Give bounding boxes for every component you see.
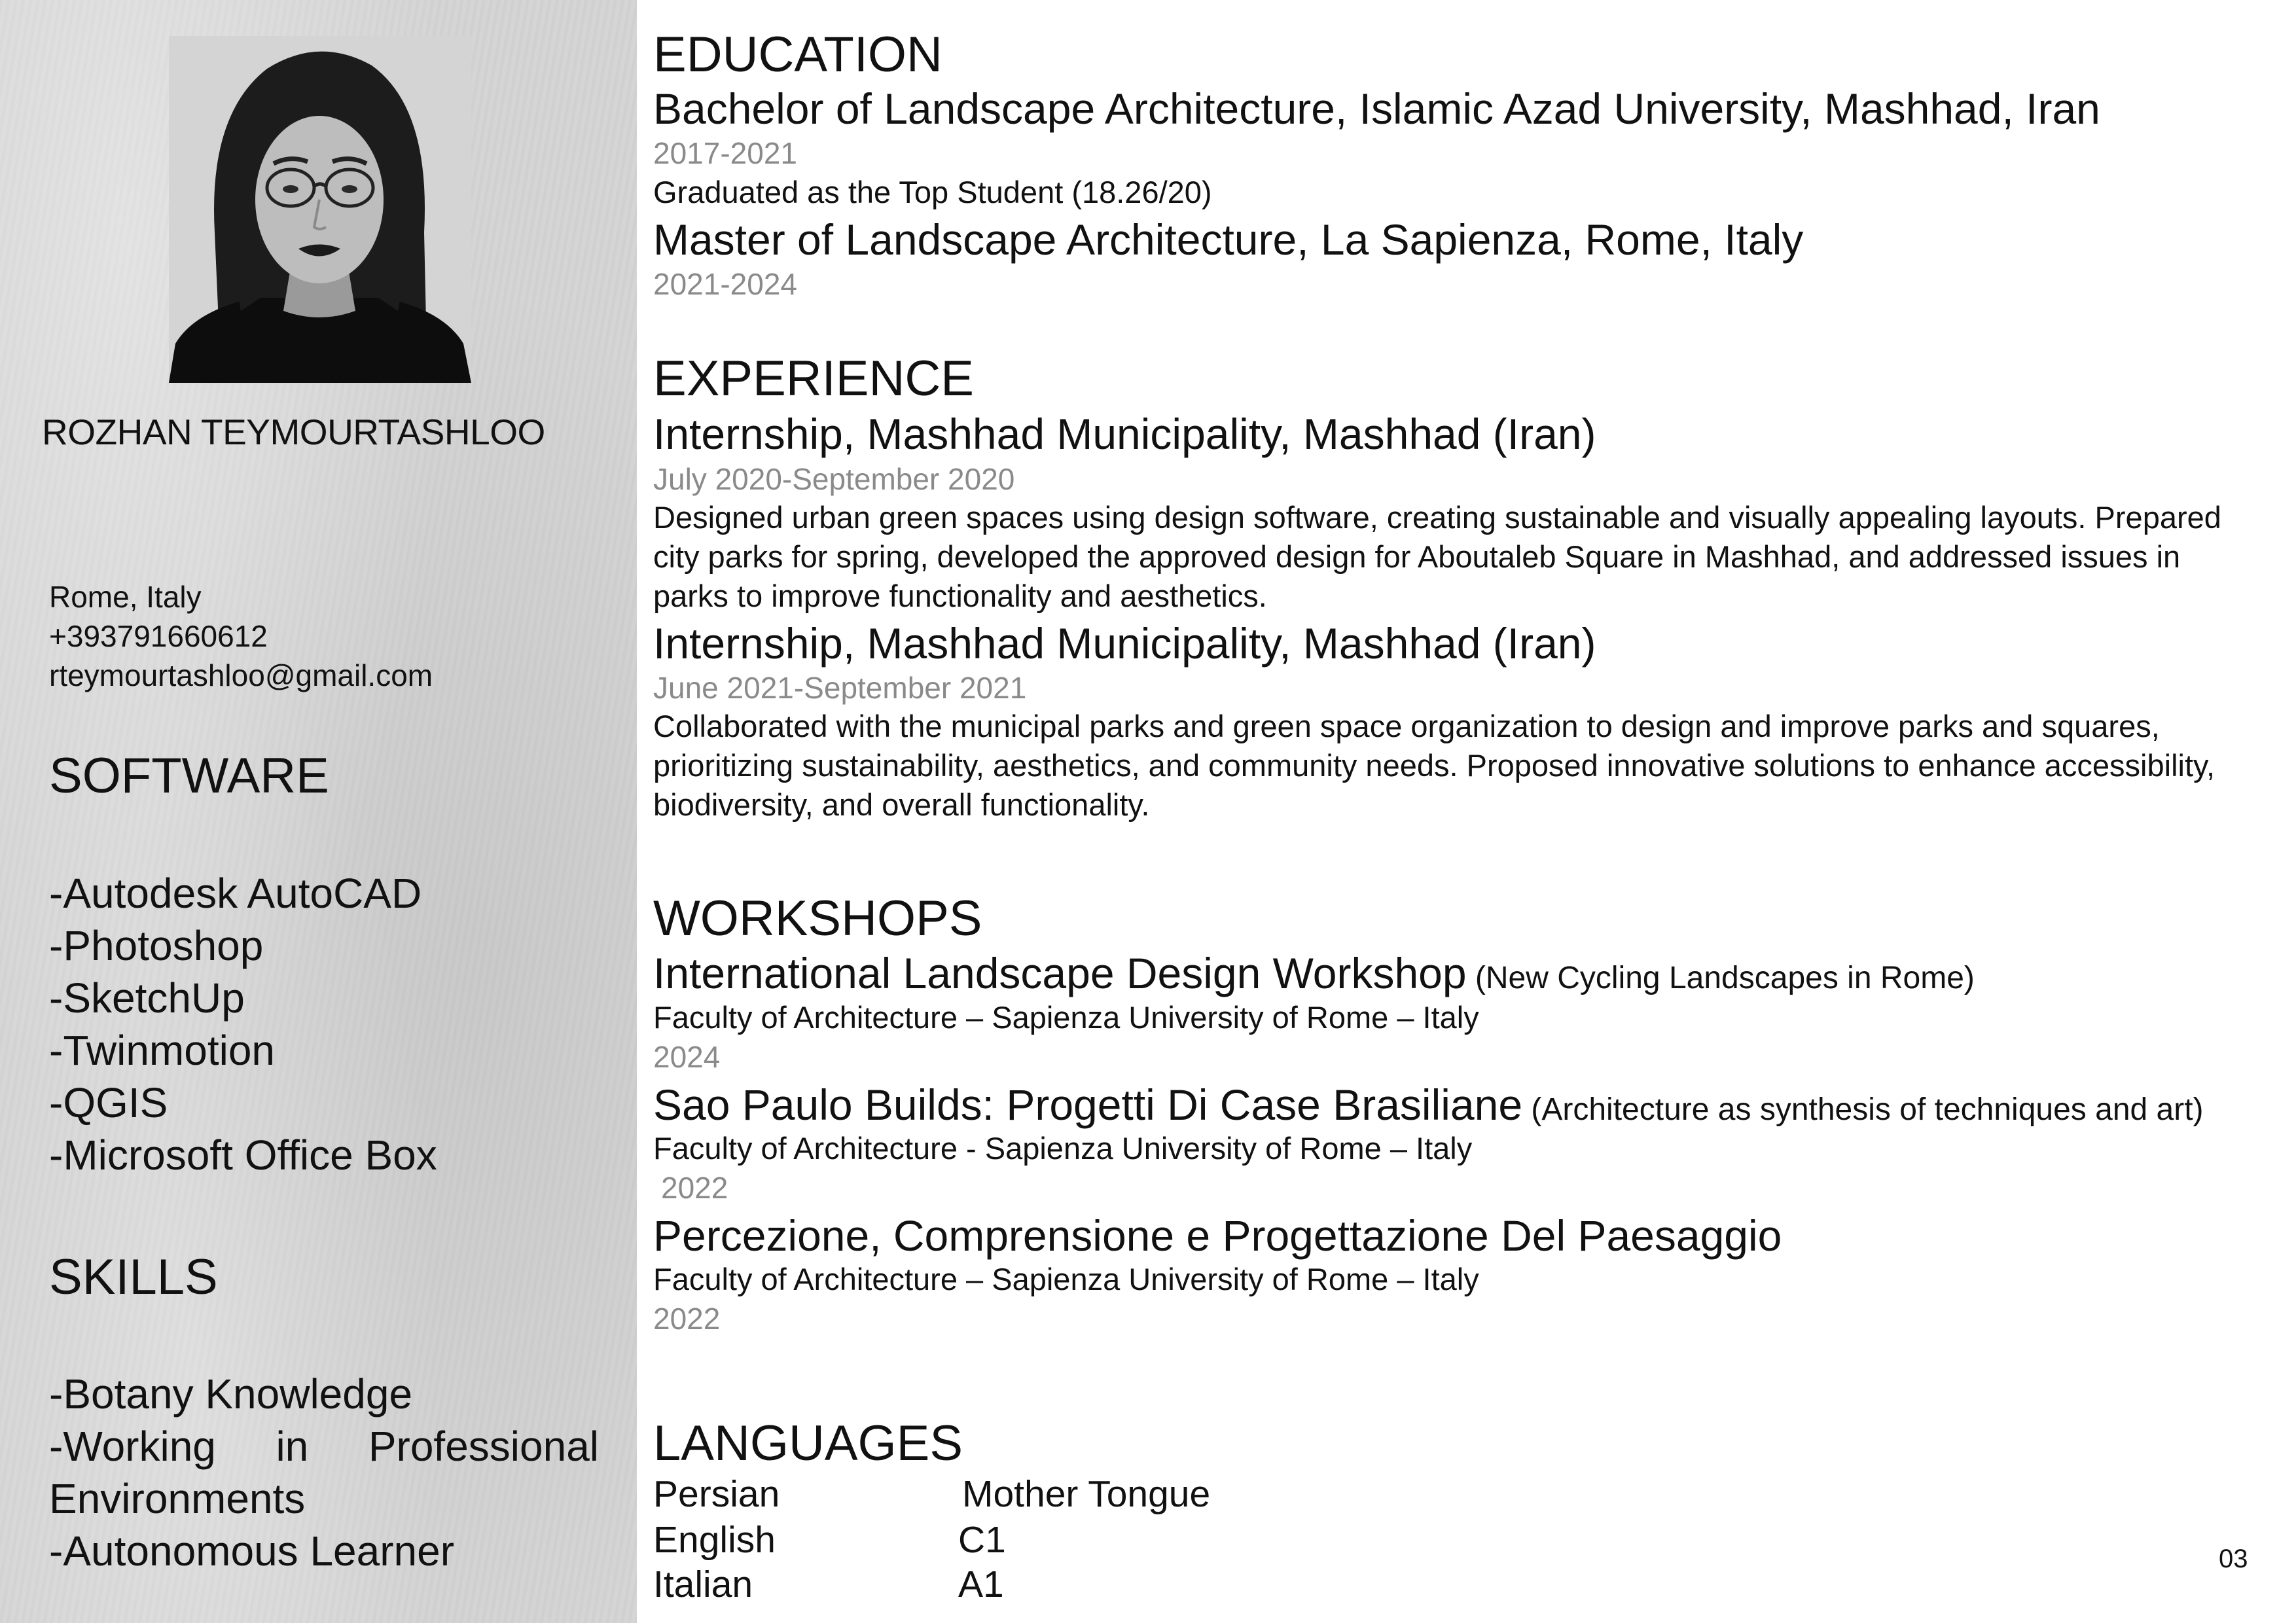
language-name: English [653, 1519, 776, 1561]
workshop-title: Percezione, Comprensione e Progettazione… [653, 1211, 1782, 1260]
languages-heading: LANGUAGES [653, 1416, 963, 1471]
skill-word: Professional [368, 1423, 599, 1470]
education-note: Graduated as the Top Student (18.26/20) [653, 175, 1212, 209]
language-level: A1 [958, 1563, 1004, 1605]
email-text: rteymourtashloo@gmail.com [49, 658, 433, 692]
skill-item-continuation: Environments [49, 1475, 306, 1522]
workshop-date: 2022 [661, 1171, 728, 1205]
phone-text: +393791660612 [49, 619, 268, 653]
workshop-title: Sao Paulo Builds: Progetti Di Case Brasi… [653, 1080, 2204, 1130]
software-item: -Photoshop [49, 922, 264, 969]
description-line: prioritizing sustainability, aesthetics,… [653, 748, 2215, 783]
software-item: -Microsoft Office Box [49, 1132, 437, 1179]
software-heading: SOFTWARE [49, 748, 329, 804]
language-name: Persian [653, 1473, 780, 1515]
workshop-date: 2024 [653, 1040, 721, 1074]
experience-title: Internship, Mashhad Municipality, Mashha… [653, 619, 1596, 668]
description-line: Designed urban green spaces using design… [653, 500, 2221, 535]
skill-word: in [276, 1423, 309, 1470]
language-level: Mother Tongue [962, 1473, 1211, 1515]
software-item: -SketchUp [49, 974, 245, 1022]
workshop-date: 2022 [653, 1302, 721, 1336]
location-text: Rome, Italy [49, 580, 202, 614]
experience-heading: EXPERIENCE [653, 351, 974, 406]
experience-description: Collaborated with the municipal parks an… [653, 707, 2296, 825]
profile-photo [169, 36, 471, 383]
software-item: -QGIS [49, 1079, 168, 1126]
page-number: 03 [2219, 1544, 2248, 1573]
sidebar: ROZHAN TEYMOURTASHLOO Rome, Italy +39379… [0, 0, 637, 1623]
description-line: city parks for spring, developed the app… [653, 539, 2181, 574]
main-content: EDUCATION Bachelor of Landscape Architec… [653, 0, 2296, 1623]
education-date: 2021-2024 [653, 267, 797, 301]
description-line: biodiversity, and overall functionality. [653, 787, 1150, 822]
skills-list: -Botany Knowledge -Working in Profession… [49, 1368, 599, 1577]
description-line: Collaborated with the municipal parks an… [653, 709, 2160, 743]
workshop-subtitle: (New Cycling Landscapes in Rome) [1466, 961, 1975, 995]
workshop-title: International Landscape Design Workshop … [653, 948, 1975, 998]
software-item: -Twinmotion [49, 1027, 275, 1074]
education-title: Bachelor of Landscape Architecture, Isla… [653, 84, 2100, 133]
language-name: Italian [653, 1563, 753, 1605]
description-line: parks to improve functionality and aesth… [653, 579, 1267, 613]
education-title: Master of Landscape Architecture, La Sap… [653, 215, 1804, 264]
workshop-institution: Faculty of Architecture – Sapienza Unive… [653, 1262, 1479, 1296]
workshop-name: Sao Paulo Builds: Progetti Di Case Brasi… [653, 1080, 1523, 1129]
skill-item: -Botany Knowledge [49, 1370, 413, 1418]
workshop-institution: Faculty of Architecture - Sapienza Unive… [653, 1131, 1473, 1166]
workshop-subtitle: (Architecture as synthesis of techniques… [1522, 1092, 2204, 1127]
skill-word: -Working [49, 1423, 216, 1470]
skill-item: -Autonomous Learner [49, 1527, 455, 1575]
experience-title: Internship, Mashhad Municipality, Mashha… [653, 410, 1596, 458]
workshop-name: Percezione, Comprensione e Progettazione… [653, 1211, 1782, 1260]
contact-info: Rome, Italy +393791660612 rteymourtashlo… [49, 577, 433, 695]
software-list: -Autodesk AutoCAD -Photoshop -SketchUp -… [49, 867, 599, 1181]
workshops-heading: WORKSHOPS [653, 891, 982, 946]
workshop-name: International Landscape Design Workshop [653, 949, 1467, 997]
experience-description: Designed urban green spaces using design… [653, 498, 2296, 616]
skills-heading: SKILLS [49, 1249, 218, 1305]
full-name: ROZHAN TEYMOURTASHLOO [42, 412, 545, 452]
software-item: -Autodesk AutoCAD [49, 870, 422, 917]
experience-date: June 2021-September 2021 [653, 671, 1027, 705]
skill-item: -Working in Professional [49, 1420, 599, 1472]
language-level: C1 [958, 1519, 1006, 1561]
education-date: 2017-2021 [653, 136, 797, 170]
workshop-institution: Faculty of Architecture – Sapienza Unive… [653, 1000, 1479, 1035]
experience-date: July 2020-September 2020 [653, 462, 1015, 496]
education-heading: EDUCATION [653, 27, 942, 82]
